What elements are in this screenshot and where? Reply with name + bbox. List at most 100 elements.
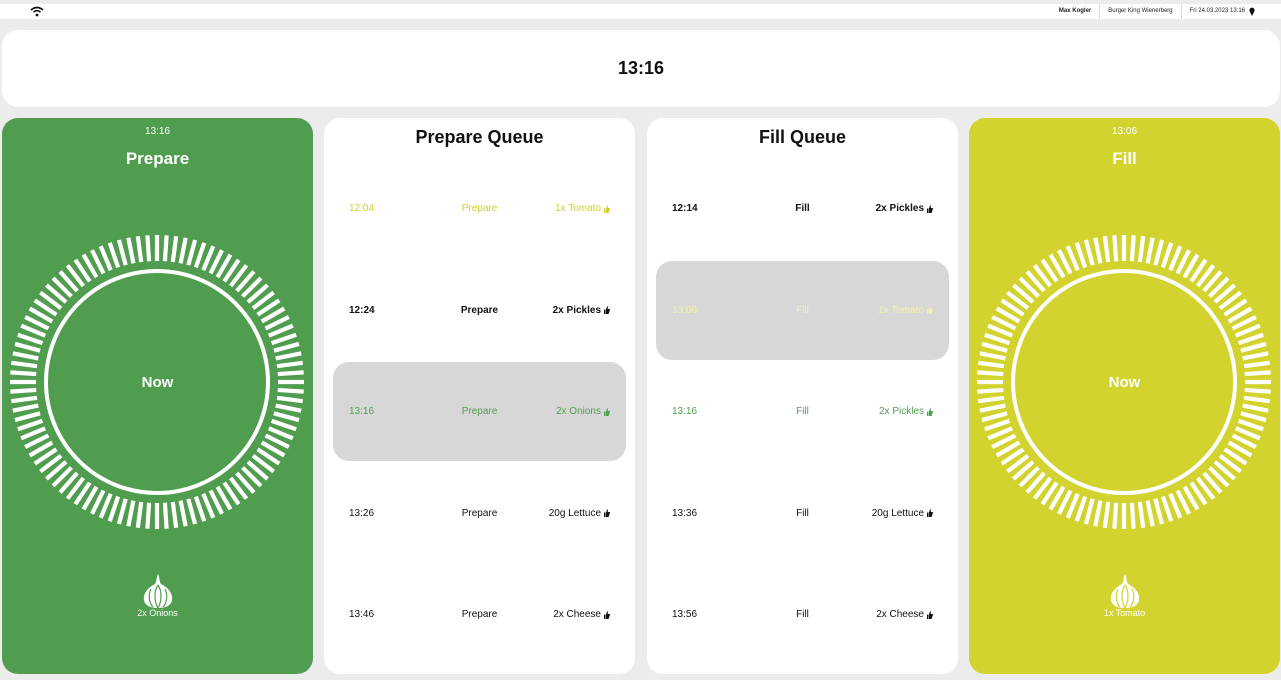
queue-row[interactable]: 12:24 Prepare 2x Pickles: [333, 261, 626, 360]
dial-tick: [270, 332, 297, 346]
row-item: 20g Lettuce: [549, 464, 610, 563]
dial-tick: [14, 411, 41, 423]
row-item-label: 2x Cheese: [553, 609, 601, 620]
status-datetime: Fri 24.03.2023 13:16: [1180, 4, 1253, 19]
dial-tick: [107, 495, 121, 522]
dial-tick: [186, 498, 198, 525]
dial-tick: [276, 395, 304, 404]
row-item: 2x Pickles: [879, 362, 933, 461]
dial-tick: [1145, 500, 1155, 527]
dial-tick: [14, 341, 41, 353]
fill-panel[interactable]: 13:06 Fill Now 1x Tomato: [969, 118, 1280, 674]
dial-tick: [116, 498, 128, 525]
row-item: 1x Tomato: [878, 261, 933, 360]
dial-tick: [1153, 239, 1165, 266]
queue-row[interactable]: 13:16 Prepare 2x Onions: [333, 362, 626, 461]
prepare-queue-title: Prepare Queue: [415, 127, 544, 147]
row-item: 2x Cheese: [876, 565, 933, 664]
row-item: 2x Onions: [556, 362, 610, 461]
dial-tick: [193, 495, 207, 522]
queue-row[interactable]: 13:36 Fill 20g Lettuce: [656, 464, 949, 563]
garlic-icon: [1110, 574, 1140, 609]
queue-row[interactable]: 13:06 Fill 1x Tomato: [656, 260, 949, 360]
queue-row[interactable]: 13:16 Fill 2x Pickles: [656, 362, 949, 461]
queue-row[interactable]: 12:04 Prepare 1x Tomato: [333, 159, 626, 258]
dial-tick: [276, 360, 304, 369]
dial-tick: [10, 360, 38, 369]
fill-panel-title: Fill: [1112, 149, 1137, 168]
queue-row[interactable]: 13:26 Prepare 20g Lettuce: [333, 464, 626, 563]
dial-tick: [1137, 235, 1146, 263]
dial-tick: [1112, 235, 1119, 262]
thumb-icon: [604, 306, 610, 314]
header-clock: 13:16: [617, 58, 665, 78]
dial-tick: [977, 395, 1005, 404]
dial-tick: [1074, 495, 1088, 522]
dial-tick: [273, 411, 300, 423]
fill-panel-time: 13:06: [1111, 126, 1138, 137]
dial-tick: [979, 351, 1006, 361]
prepare-panel-time: 13:16: [144, 126, 171, 137]
row-item-label: 2x Onions: [555, 406, 601, 417]
prepare-panel-title: Prepare: [125, 149, 190, 168]
dial-tick: [1083, 498, 1095, 525]
dial-tick: [981, 341, 1008, 353]
row-item-label: 20g Lettuce: [871, 507, 924, 519]
fill-queue: Fill Queue 12:14 Fill 2x Pickles 13:06 Fill 1…: [647, 118, 958, 674]
thumb-icon: [927, 204, 933, 213]
row-item: 2x Pickles: [876, 159, 933, 258]
dial-tick: [979, 403, 1006, 413]
dial-tick: [1240, 411, 1267, 423]
dial-tick: [1153, 498, 1165, 525]
user-name: Max Kogler: [1058, 8, 1092, 14]
location-pin-icon: [1249, 7, 1255, 16]
dial-tick: [162, 502, 169, 529]
dial-tick: [1160, 495, 1174, 522]
thumb-icon: [604, 407, 610, 416]
dial-tick: [17, 418, 44, 432]
dial-tick: [1093, 237, 1103, 264]
dial-tick: [984, 418, 1011, 432]
dial-tick: [1145, 237, 1155, 264]
fill-panel-item: 1x Tomato: [1103, 608, 1146, 618]
dial-tick: [186, 239, 198, 266]
dial-tick: [135, 501, 144, 529]
dial-tick: [984, 332, 1011, 346]
row-item: 2x Pickles: [553, 261, 610, 360]
row-item: 20g Lettuce: [872, 464, 933, 563]
store-location: Burger King Wienerberg: [1099, 4, 1180, 19]
dial-tick: [273, 341, 300, 353]
row-item-label: 2x Cheese: [876, 609, 924, 620]
row-item: 1x Tomato: [555, 159, 610, 258]
dial-tick: [1237, 418, 1264, 432]
dial-tick: [116, 239, 128, 266]
queue-row[interactable]: 13:46 Prepare 2x Cheese: [333, 565, 626, 664]
dial-tick: [170, 501, 179, 529]
dial-tick: [275, 403, 302, 413]
dial-tick: [1083, 239, 1095, 266]
dial-tick: [981, 411, 1008, 423]
row-item-label: 1x Tomato: [555, 203, 601, 214]
queue-row[interactable]: 12:14 Fill 2x Pickles: [656, 159, 949, 258]
thumb-icon: [927, 306, 933, 314]
dial-tick: [1242, 403, 1269, 413]
dial-tick: [1102, 235, 1111, 263]
dial-tick: [12, 403, 39, 413]
dial-tick: [1102, 501, 1111, 529]
dial-tick: [17, 332, 44, 346]
dial-tick: [1129, 235, 1136, 262]
dial-tick: [178, 237, 188, 264]
dial-tick: [126, 500, 136, 527]
dial-tick: [178, 500, 188, 527]
thumb-icon: [927, 509, 933, 517]
dial-tick: [145, 502, 152, 529]
dial-tick: [1243, 395, 1271, 404]
dial-tick: [193, 242, 207, 269]
queue-row[interactable]: 13:56 Fill 2x Cheese: [656, 565, 949, 664]
row-item-label: 2x Pickles: [878, 406, 924, 417]
dial-tick: [1137, 501, 1146, 529]
dial-tick: [170, 235, 179, 263]
prepare-now-label: Now: [141, 374, 174, 391]
prepare-panel[interactable]: 13:16 Prepare Now 2x Onions: [2, 118, 313, 674]
dial-tick: [1074, 242, 1088, 269]
